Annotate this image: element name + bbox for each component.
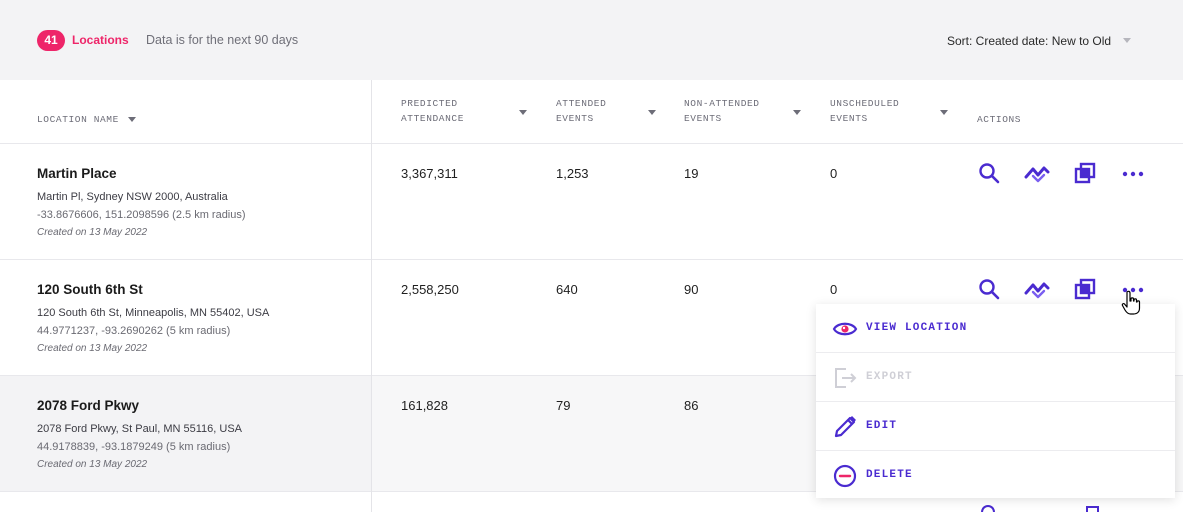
pencil-icon bbox=[832, 414, 858, 440]
non-attended-header-line1: NON-ATTENDED bbox=[684, 98, 760, 109]
trend-icon[interactable] bbox=[1023, 275, 1051, 303]
location-coordinates: 44.9771237, -93.2690262 (5 km radius) bbox=[37, 325, 231, 337]
column-header-attended-events[interactable]: ATTENDED EVENTS bbox=[556, 96, 606, 126]
search-icon[interactable] bbox=[975, 159, 1003, 187]
search-icon[interactable] bbox=[981, 505, 995, 512]
predicted-attendance-value: 161,828 bbox=[401, 398, 448, 413]
summary-bar: 41 Locations Data is for the next 90 day… bbox=[0, 0, 1183, 80]
unscheduled-events-value: 0 bbox=[830, 166, 838, 181]
non-attended-events-value: 90 bbox=[684, 282, 699, 297]
location-coordinates: 44.9178839, -93.1879249 (5 km radius) bbox=[37, 441, 231, 453]
location-count-badge: 41 bbox=[37, 30, 65, 51]
location-cell: Martin Place Martin Pl, Sydney NSW 2000,… bbox=[0, 144, 371, 260]
location-column-divider bbox=[371, 80, 372, 512]
overlap-icon[interactable] bbox=[1086, 506, 1099, 512]
eye-icon bbox=[832, 316, 858, 342]
predicted-attendance-value: 3,367,311 bbox=[401, 166, 458, 181]
column-header-location-name[interactable]: LOCATION NAME bbox=[37, 112, 119, 127]
minus-circle-icon bbox=[832, 463, 858, 489]
location-name[interactable]: 120 South 6th St bbox=[37, 282, 143, 297]
column-header-actions: ACTIONS bbox=[977, 114, 1022, 125]
attended-sort-icon[interactable] bbox=[648, 110, 656, 115]
location-created-date: Created on 13 May 2022 bbox=[37, 227, 148, 238]
sort-dropdown[interactable]: Sort: Created date: New to Old bbox=[947, 34, 1111, 48]
menu-item-label: VIEW LOCATION bbox=[866, 322, 968, 334]
non-attended-events-value: 19 bbox=[684, 166, 699, 181]
predicted-attendance-value: 2,558,250 bbox=[401, 282, 459, 297]
location-cell: 120 South 6th St 120 South 6th St, Minne… bbox=[0, 260, 371, 376]
location-address: 120 South 6th St, Minneapolis, MN 55402,… bbox=[37, 307, 270, 319]
unscheduled-header-line1: UNSCHEDULED bbox=[830, 98, 900, 109]
predicted-sort-icon[interactable] bbox=[519, 110, 527, 115]
non-attended-sort-icon[interactable] bbox=[793, 110, 801, 115]
location-cell: 2078 Ford Pkwy 2078 Ford Pkwy, St Paul, … bbox=[0, 376, 371, 492]
attended-events-value: 1,253 bbox=[556, 166, 589, 181]
location-count-label: Locations bbox=[72, 33, 129, 47]
unscheduled-events-value: 0 bbox=[830, 282, 838, 297]
column-header-predicted-attendance[interactable]: PREDICTED ATTENDANCE bbox=[401, 96, 464, 126]
location-name-sort-icon[interactable] bbox=[128, 117, 136, 122]
sort-chevron-down-icon[interactable] bbox=[1123, 38, 1131, 43]
menu-item-label: EDIT bbox=[866, 420, 898, 432]
overlap-icon[interactable] bbox=[1071, 159, 1099, 187]
non-attended-header-line2: EVENTS bbox=[684, 113, 722, 124]
data-range-note: Data is for the next 90 days bbox=[146, 33, 299, 47]
column-header-non-attended-events[interactable]: NON-ATTENDED EVENTS bbox=[684, 96, 760, 126]
menu-item-label: EXPORT bbox=[866, 371, 913, 383]
menu-item-edit[interactable]: EDIT bbox=[816, 402, 1175, 451]
location-coordinates: -33.8676606, 151.2098596 (2.5 km radius) bbox=[37, 209, 246, 221]
location-address: 2078 Ford Pkwy, St Paul, MN 55116, USA bbox=[37, 423, 243, 435]
row-actions-menu: VIEW LOCATION EXPORT EDIT DELETE bbox=[816, 304, 1175, 498]
location-name[interactable]: 2078 Ford Pkwy bbox=[37, 398, 139, 413]
non-attended-events-value: 86 bbox=[684, 398, 699, 413]
attended-header-line2: EVENTS bbox=[556, 113, 594, 124]
attended-events-value: 640 bbox=[556, 282, 578, 297]
attended-events-value: 79 bbox=[556, 398, 571, 413]
predicted-header-line2: ATTENDANCE bbox=[401, 113, 465, 124]
predicted-header-line1: PREDICTED bbox=[401, 98, 458, 109]
location-created-date: Created on 13 May 2022 bbox=[37, 343, 148, 354]
column-header-unscheduled-events[interactable]: UNSCHEDULED EVENTS bbox=[830, 96, 899, 126]
unscheduled-sort-icon[interactable] bbox=[940, 110, 948, 115]
search-icon[interactable] bbox=[975, 275, 1003, 303]
hand-cursor-icon bbox=[1120, 290, 1142, 316]
menu-item-export: EXPORT bbox=[816, 353, 1175, 402]
location-created-date: Created on 13 May 2022 bbox=[37, 459, 148, 470]
menu-item-delete[interactable]: DELETE bbox=[816, 451, 1175, 500]
location-address: Martin Pl, Sydney NSW 2000, Australia bbox=[37, 191, 228, 203]
more-icon[interactable] bbox=[1119, 159, 1147, 187]
trend-icon[interactable] bbox=[1023, 159, 1051, 187]
export-icon bbox=[832, 365, 858, 391]
location-name[interactable]: Martin Place bbox=[37, 166, 117, 181]
table-row: Martin Place Martin Pl, Sydney NSW 2000,… bbox=[0, 144, 1183, 260]
unscheduled-header-line2: EVENTS bbox=[830, 113, 868, 124]
overlap-icon[interactable] bbox=[1071, 275, 1099, 303]
attended-header-line1: ATTENDED bbox=[556, 98, 607, 109]
menu-item-label: DELETE bbox=[866, 469, 913, 481]
